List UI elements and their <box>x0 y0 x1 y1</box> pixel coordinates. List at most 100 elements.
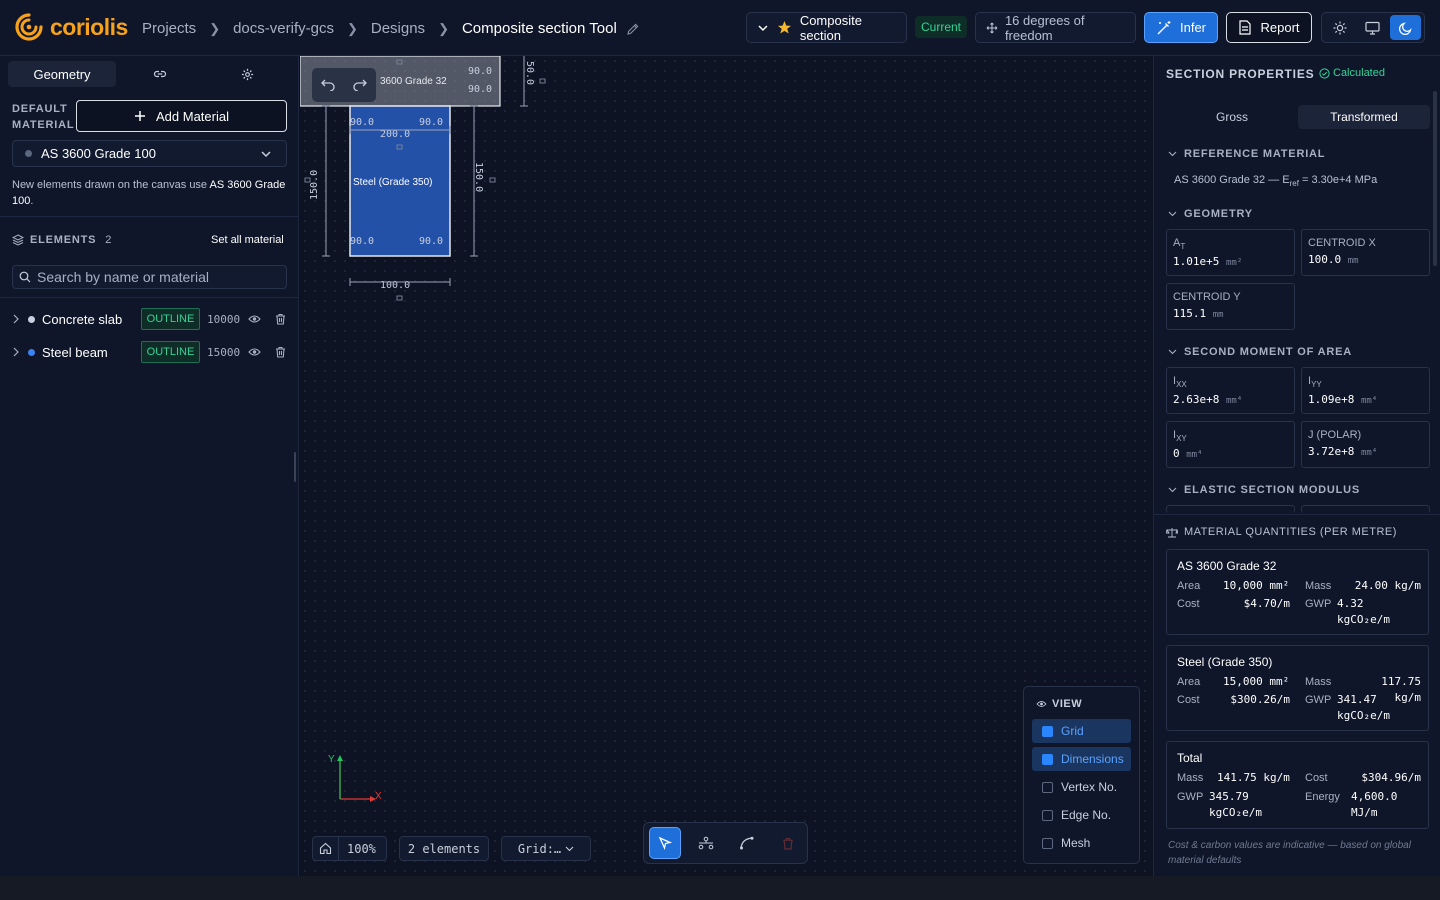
prop-value: 1.09e+8 mm⁴ <box>1308 393 1429 406</box>
breadcrumb-projects[interactable]: Projects <box>142 20 196 37</box>
gwp-unit: kgCO₂e/m <box>1337 613 1390 626</box>
section-select[interactable]: Composite section <box>746 12 907 43</box>
element-count: 2 elements <box>399 836 489 861</box>
infer-button[interactable]: Infer <box>1144 12 1218 43</box>
element-name: Concrete slab <box>42 311 123 327</box>
tab-geometry[interactable]: Geometry <box>8 61 116 87</box>
prop-polar-j: J (POLAR) 3.72e+8 mm⁴ <box>1301 421 1430 468</box>
prop-number: 100.0 <box>1308 253 1342 266</box>
x-axis-label: X <box>375 791 382 802</box>
prop-number: 1.01e+5 <box>1173 255 1220 269</box>
theme-dark-button[interactable] <box>1390 15 1421 40</box>
curve-tool[interactable] <box>731 827 763 859</box>
prop-label: IYY <box>1308 375 1429 389</box>
view-option-label: Vertex No. <box>1061 780 1118 794</box>
report-button[interactable]: Report <box>1226 12 1312 43</box>
geometry-heading[interactable]: GEOMETRY <box>1168 208 1253 220</box>
checkbox-icon <box>1042 781 1053 793</box>
element-row-steel-beam[interactable]: Steel beam OUTLINE 15000 <box>0 338 299 366</box>
prop-label-sub: XX <box>1176 380 1187 390</box>
breadcrumb-project[interactable]: docs-verify-gcs <box>233 20 334 37</box>
monitor-icon <box>1365 21 1380 35</box>
cost-label: Cost <box>1177 694 1200 706</box>
zoom-control: 100% <box>312 836 387 861</box>
eye-icon[interactable] <box>248 347 261 357</box>
eye-icon[interactable] <box>248 314 261 324</box>
prop-label: CENTROID X <box>1308 237 1376 249</box>
view-toggle-vertex-no[interactable]: Vertex No. <box>1032 775 1131 799</box>
breadcrumb-designs[interactable]: Designs <box>371 20 425 37</box>
select-tool[interactable] <box>649 827 681 859</box>
left-panel: Geometry DEFAULT MATERIAL Add Material A… <box>0 56 299 876</box>
view-toggle-mesh[interactable]: Mesh <box>1032 831 1131 855</box>
chevron-right-icon[interactable] <box>12 314 20 324</box>
elastic-modulus-heading[interactable]: ELASTIC SECTION MODULUS <box>1168 484 1360 496</box>
view-toggle-dimensions[interactable]: Dimensions <box>1032 747 1131 771</box>
prop-area: AT 1.01e+5 mm² <box>1166 229 1295 276</box>
prop-value: 1.01e+5 mm² <box>1173 255 1294 268</box>
element-row-concrete-slab[interactable]: Concrete slab OUTLINE 10000 <box>0 305 299 333</box>
chevron-down-icon <box>1168 211 1177 217</box>
prop-unit: mm <box>1212 310 1224 320</box>
grid-select[interactable]: Grid:… <box>501 836 591 861</box>
beam-label: Steel (Grade 350) <box>353 177 433 188</box>
gwp-unit: kgCO₂e/m <box>1209 806 1262 819</box>
axis-indicator: Y X <box>328 754 382 802</box>
search-input[interactable] <box>37 269 277 285</box>
curve-icon <box>740 836 754 850</box>
left-resize-handle[interactable] <box>294 452 296 482</box>
checkbox-icon <box>1042 837 1053 849</box>
trash-icon[interactable] <box>275 313 286 325</box>
view-toggle-edge-no[interactable]: Edge No. <box>1032 803 1131 827</box>
node-tool[interactable] <box>690 827 722 859</box>
prop-label-sub: XY <box>1176 434 1187 444</box>
move-icon <box>986 22 998 33</box>
brand-logo[interactable]: coriolis <box>14 12 128 42</box>
prop-unit: mm⁴ <box>1360 448 1378 458</box>
elements-heading: ELEMENTS 2 <box>12 234 112 246</box>
mass-label: Mass <box>1305 580 1332 592</box>
prop-card-clipped <box>1166 505 1295 513</box>
gwp-value: 4.32 <box>1337 597 1364 610</box>
view-toggle-grid[interactable]: Grid <box>1032 719 1131 743</box>
theme-system-button[interactable] <box>1357 15 1388 40</box>
pencil-icon[interactable] <box>626 22 640 36</box>
default-material-value: AS 3600 Grade 100 <box>41 146 156 161</box>
prop-ixx: IXX 2.63e+8 mm⁴ <box>1166 367 1295 414</box>
reset-view-button[interactable] <box>313 837 339 860</box>
add-material-button[interactable]: Add Material <box>76 100 287 132</box>
chevron-right-icon[interactable] <box>12 347 20 357</box>
section-properties-title: SECTION PROPERTIES <box>1166 67 1315 81</box>
page-title: Composite section Tool <box>461 20 617 37</box>
gwp-label: GWP <box>1305 694 1332 706</box>
dof-indicator[interactable]: 16 degrees of freedom <box>975 12 1136 43</box>
tab-gross[interactable]: Gross <box>1166 105 1298 129</box>
drawing-canvas[interactable]: 3600 Grade 32 Steel (Grade 350) 200.0 90… <box>300 56 1153 876</box>
tab-transformed[interactable]: Transformed <box>1298 105 1430 129</box>
set-all-material-button[interactable]: Set all material <box>211 234 284 246</box>
delete-tool[interactable] <box>772 827 804 859</box>
reference-material-value: AS 3600 Grade 32 — Eref = 3.30e+4 MPa <box>1174 174 1377 188</box>
reference-material-heading[interactable]: REFERENCE MATERIAL <box>1168 148 1325 160</box>
second-moment-heading[interactable]: SECOND MOMENT OF AREA <box>1168 346 1352 358</box>
prop-value: 2.63e+8 mm⁴ <box>1173 393 1294 406</box>
redo-icon[interactable] <box>353 79 367 91</box>
scrollbar[interactable] <box>1433 91 1437 266</box>
gwp-value: 345.79 <box>1209 790 1249 803</box>
plus-icon <box>135 111 145 121</box>
default-material-select[interactable]: AS 3600 Grade 100 <box>12 140 287 167</box>
trash-icon[interactable] <box>275 346 286 358</box>
default-material-note: New elements drawn on the canvas use AS … <box>12 177 292 209</box>
theme-light-button[interactable] <box>1324 15 1355 40</box>
gwp-label: GWP <box>1305 598 1332 610</box>
prop-label-sub: YY <box>1311 380 1322 390</box>
default-material-label-line1: DEFAULT <box>12 103 68 115</box>
cost-value: $4.70/m <box>1243 597 1290 610</box>
area-label: Area <box>1177 676 1201 688</box>
tab-links[interactable] <box>116 61 204 87</box>
energy-label: Energy <box>1305 791 1340 803</box>
undo-icon[interactable] <box>321 79 335 91</box>
tab-settings[interactable] <box>204 61 290 87</box>
check-circle-icon <box>1319 67 1330 79</box>
beam-height-right-dim: 150.0 <box>473 162 484 192</box>
